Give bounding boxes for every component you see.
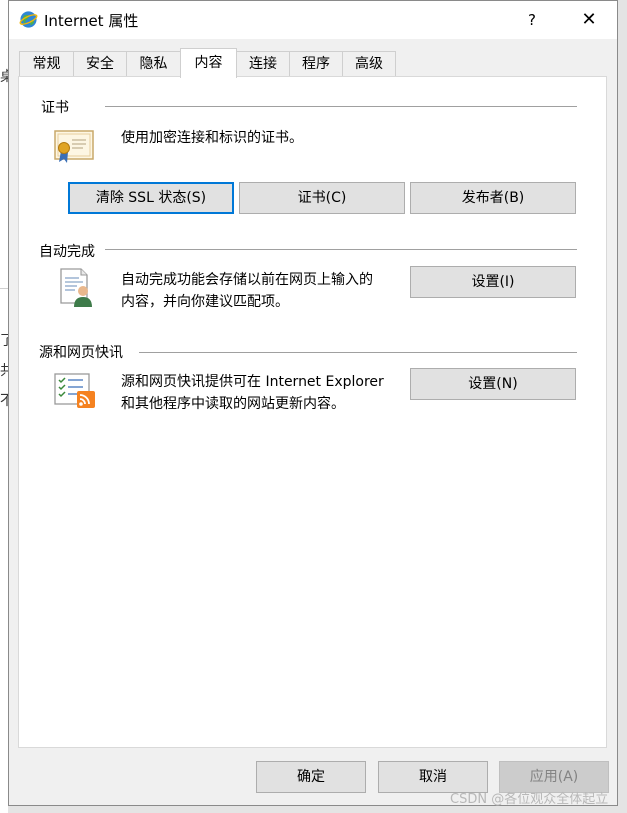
feed-rss-icon [54, 373, 95, 408]
help-button[interactable]: ? [512, 3, 552, 37]
group-divider [105, 106, 577, 107]
feeds-description-line1: 源和网页快讯提供可在 Internet Explorer [121, 374, 384, 390]
publishers-button[interactable]: 发布者(B) [410, 182, 576, 214]
internet-options-dialog: Internet 属性 ? ✕ 常规 安全 隐私 内容 连接 程序 高级 证书 … [8, 0, 618, 806]
certificates-group-title: 证书 [41, 97, 73, 117]
autocomplete-settings-button[interactable]: 设置(I) [410, 266, 576, 298]
autocomplete-description-line2: 内容，并向你建议匹配项。 [121, 294, 289, 310]
background-text-fragment: 桌 [0, 69, 8, 85]
autocomplete-user-icon [60, 268, 92, 307]
close-button[interactable]: ✕ [569, 3, 609, 37]
ok-button[interactable]: 确定 [256, 761, 366, 793]
tab-connections[interactable]: 连接 [236, 51, 290, 76]
background-text-fragment: 了 [0, 333, 8, 349]
watermark: CSDN @各位观众全体起立 [450, 792, 609, 807]
feeds-settings-button[interactable]: 设置(N) [410, 368, 576, 400]
tab-content[interactable]: 内容 [180, 48, 237, 78]
globe-icon [19, 11, 38, 28]
group-divider [105, 249, 577, 250]
certificate-icon [54, 130, 94, 163]
title-bar: Internet 属性 ? ✕ [9, 1, 617, 39]
clear-ssl-state-button[interactable]: 清除 SSL 状态(S) [68, 182, 234, 214]
group-divider [139, 352, 577, 353]
tab-privacy[interactable]: 隐私 [126, 51, 181, 76]
window-title: Internet 属性 [44, 12, 139, 30]
tab-advanced[interactable]: 高级 [342, 51, 396, 76]
tab-general[interactable]: 常规 [19, 51, 74, 76]
tab-security[interactable]: 安全 [73, 51, 127, 76]
tab-programs[interactable]: 程序 [289, 51, 343, 76]
content-tab-panel: 证书 使用加密连接和标识的证书。 清除 SSL 状态(S) 证书(C) 发布者(… [18, 76, 607, 748]
certificates-button[interactable]: 证书(C) [239, 182, 405, 214]
autocomplete-group-title: 自动完成 [39, 241, 99, 261]
background-text-fragment: 不 [0, 393, 8, 409]
background-divider [0, 288, 8, 289]
feeds-description-line2: 和其他程序中读取的网站更新内容。 [121, 396, 345, 412]
certificates-description: 使用加密连接和标识的证书。 [121, 130, 303, 146]
autocomplete-description-line1: 自动完成功能会存储以前在网页上输入的 [121, 272, 373, 288]
feeds-group-title: 源和网页快讯 [39, 342, 127, 362]
background-text-fragment: 共 [0, 363, 8, 379]
